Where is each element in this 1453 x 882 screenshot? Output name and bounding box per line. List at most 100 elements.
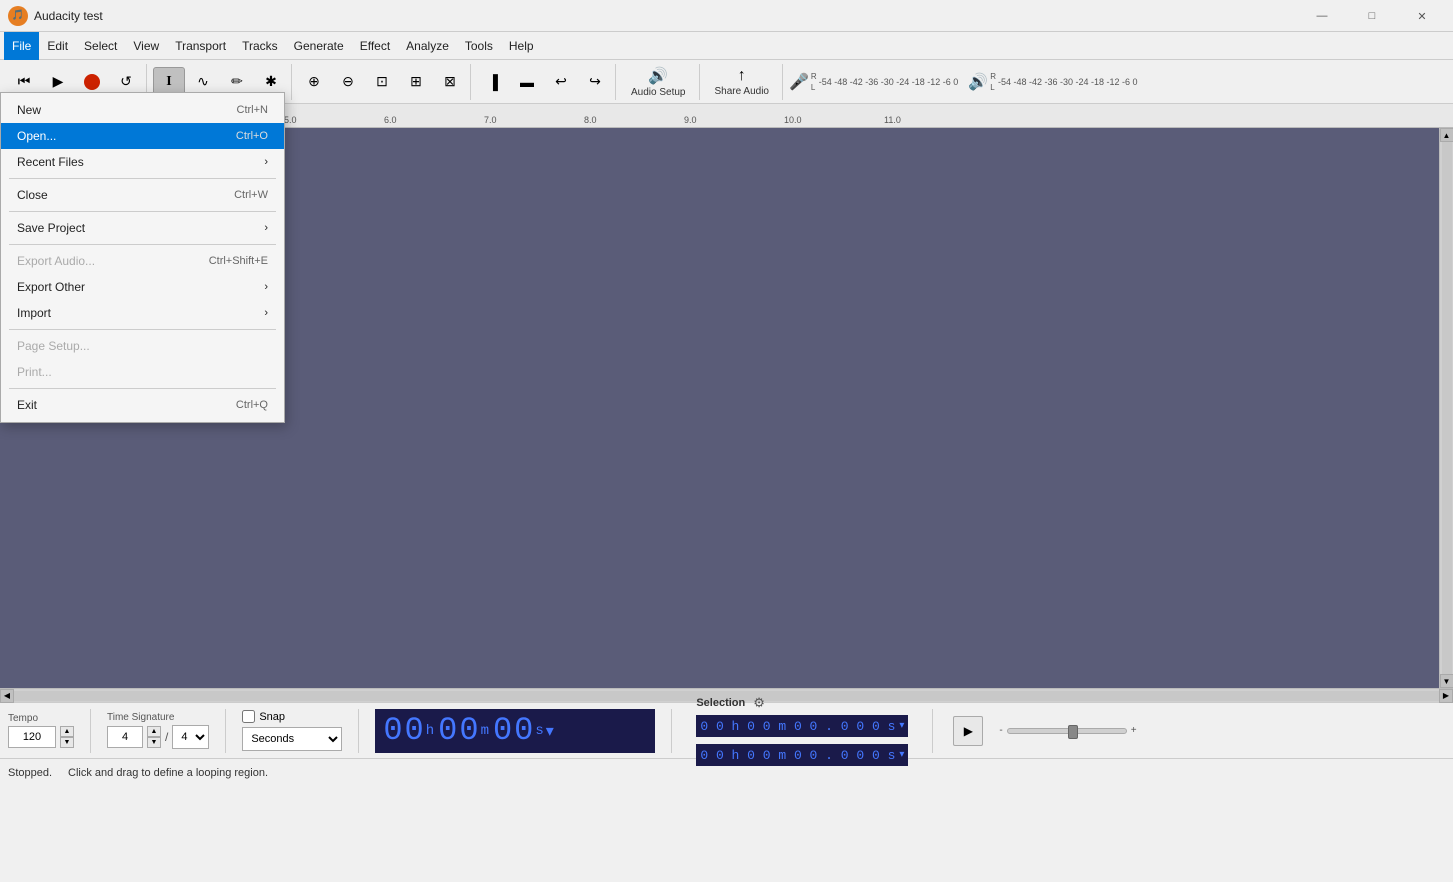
separator-3 xyxy=(9,244,276,245)
vertical-scrollbar[interactable]: ▲ ▼ xyxy=(1439,128,1453,688)
sel-end-dropdown[interactable]: ▾ xyxy=(899,749,904,761)
time-sig-row: ▲ ▼ / 4 8 2 xyxy=(107,725,209,749)
time-display: 00 h 00 m 00 s ▾ xyxy=(375,709,655,753)
silence-button[interactable]: ▬ xyxy=(511,67,543,97)
menu-exit[interactable]: Exit Ctrl+Q xyxy=(1,392,284,418)
audio-setup-button[interactable]: 🔊 Audio Setup xyxy=(622,63,695,101)
trim-button[interactable]: ▐ xyxy=(477,67,509,97)
file-dropdown: New Ctrl+N Open... Ctrl+O Recent Files ›… xyxy=(0,92,285,423)
close-button[interactable]: ✕ xyxy=(1399,0,1445,32)
vol-minus-icon: - xyxy=(999,725,1002,736)
menu-item-tools[interactable]: Tools xyxy=(457,32,501,60)
snap-label[interactable]: Snap xyxy=(259,711,285,723)
selection-header: Selection ⚙ xyxy=(696,695,908,711)
menu-item-select[interactable]: Select xyxy=(76,32,125,60)
time-sig-group: Time Signature ▲ ▼ / 4 8 2 xyxy=(107,712,209,749)
menu-item-generate[interactable]: Generate xyxy=(286,32,352,60)
seconds-select[interactable]: Seconds Samples hh:mm:ss Beats Measures xyxy=(242,727,342,751)
vol-plus-icon: + xyxy=(1131,725,1137,736)
separator-5 xyxy=(9,388,276,389)
menu-close[interactable]: Close Ctrl+W xyxy=(1,182,284,208)
share-audio-group: ↑ Share Audio xyxy=(702,64,784,100)
redo-button[interactable]: ↪ xyxy=(579,67,611,97)
tempo-down-button[interactable]: ▼ xyxy=(60,737,74,748)
ctrl-separator-2 xyxy=(225,709,226,753)
tempo-input[interactable] xyxy=(8,726,56,748)
vu-meter-rl: R L xyxy=(811,72,817,92)
fit-selection-button[interactable]: ⊡ xyxy=(366,67,398,97)
time-dropdown-icon[interactable]: ▾ xyxy=(546,721,554,741)
ctrl-separator xyxy=(90,709,91,753)
selection-label: Selection xyxy=(696,697,745,709)
time-sig-label: Time Signature xyxy=(107,712,209,723)
snap-row: Snap xyxy=(242,710,342,723)
status-right: Click and drag to define a looping regio… xyxy=(68,767,268,779)
zoom-toggle-button[interactable]: ⊠ xyxy=(434,67,466,97)
ruler-mark: 11.0 xyxy=(884,115,984,125)
menu-export-other[interactable]: Export Other › xyxy=(1,274,284,300)
selection-settings-icon[interactable]: ⚙ xyxy=(753,695,765,711)
status-left: Stopped. xyxy=(8,767,52,779)
edit-group: ▐ ▬ ↩ ↪ xyxy=(473,64,616,100)
scroll-track xyxy=(1442,142,1452,674)
view-group: ⊕ ⊖ ⊡ ⊞ ⊠ xyxy=(294,64,471,100)
selection-area: Selection ⚙ 0 0 h 0 0 m 0 0 . 0 0 0 s ▾ … xyxy=(688,691,916,770)
menu-open[interactable]: Open... Ctrl+O xyxy=(1,123,284,149)
volume-thumb[interactable] xyxy=(1068,725,1078,739)
time-sig-numerator[interactable] xyxy=(107,726,143,748)
menu-item-transport[interactable]: Transport xyxy=(167,32,234,60)
ruler-mark: 7.0 xyxy=(484,115,584,125)
ruler-mark: 6.0 xyxy=(384,115,484,125)
time-sig-num-spinners: ▲ ▼ xyxy=(147,726,161,748)
menu-import[interactable]: Import › xyxy=(1,300,284,326)
time-hours: 00 xyxy=(383,712,425,749)
time-seconds: 00 xyxy=(493,712,535,749)
selection-end: 0 0 h 0 0 m 0 0 . 0 0 0 s ▾ xyxy=(696,744,908,766)
menu-save-project[interactable]: Save Project › xyxy=(1,215,284,241)
undo-button[interactable]: ↩ xyxy=(545,67,577,97)
time-sig-denominator[interactable]: 4 8 2 xyxy=(172,725,209,749)
snap-checkbox[interactable] xyxy=(242,710,255,723)
bottom-controls: Tempo ▲ ▼ Time Signature ▲ ▼ / 4 8 2 xyxy=(0,702,1453,758)
menu-item-effect[interactable]: Effect xyxy=(352,32,398,60)
fit-project-button[interactable]: ⊞ xyxy=(400,67,432,97)
playback-play-button[interactable]: ▶ xyxy=(953,716,983,746)
scroll-right-button[interactable]: ▶ xyxy=(1439,689,1453,703)
menu-new[interactable]: New Ctrl+N xyxy=(1,97,284,123)
menu-item-file[interactable]: File xyxy=(4,32,39,60)
volume-slider[interactable] xyxy=(1007,728,1127,734)
time-sig-num-down[interactable]: ▼ xyxy=(147,737,161,748)
ruler-mark: 10.0 xyxy=(784,115,884,125)
menu-item-analyze[interactable]: Analyze xyxy=(398,32,457,60)
selection-start: 0 0 h 0 0 m 0 0 . 0 0 0 s ▾ xyxy=(696,715,908,737)
menu-item-help[interactable]: Help xyxy=(501,32,542,60)
menu-export-audio: Export Audio... Ctrl+Shift+E xyxy=(1,248,284,274)
window-title: Audacity test xyxy=(34,9,103,23)
minimize-button[interactable]: — xyxy=(1299,0,1345,32)
scroll-up-button[interactable]: ▲ xyxy=(1440,128,1453,142)
record-dot xyxy=(84,74,100,90)
sel-start-dropdown[interactable]: ▾ xyxy=(899,720,904,732)
playback-controls: ▶ xyxy=(949,716,987,746)
ruler-mark: 9.0 xyxy=(684,115,784,125)
menu-print: Print... xyxy=(1,359,284,385)
scroll-left-button[interactable]: ◀ xyxy=(0,689,14,703)
menu-item-edit[interactable]: Edit xyxy=(39,32,76,60)
zoom-in-button[interactable]: ⊕ xyxy=(298,67,330,97)
time-sig-divider: / xyxy=(165,730,168,744)
ctrl-separator-5 xyxy=(932,709,933,753)
tempo-label: Tempo xyxy=(8,713,74,724)
menu-recent-files[interactable]: Recent Files › xyxy=(1,149,284,175)
separator-2 xyxy=(9,211,276,212)
time-sig-num-up[interactable]: ▲ xyxy=(147,726,161,737)
zoom-out-button[interactable]: ⊖ xyxy=(332,67,364,97)
scroll-down-button[interactable]: ▼ xyxy=(1440,674,1453,688)
menu-item-view[interactable]: View xyxy=(125,32,167,60)
menu-item-tracks[interactable]: Tracks xyxy=(234,32,286,60)
audio-setup-group: 🔊 Audio Setup xyxy=(618,64,700,100)
title-bar: 🎵 Audacity test — □ ✕ xyxy=(0,0,1453,32)
share-audio-button[interactable]: ↑ Share Audio xyxy=(706,63,779,101)
maximize-button[interactable]: □ xyxy=(1349,0,1395,32)
tempo-up-button[interactable]: ▲ xyxy=(60,726,74,737)
mic-icon: 🎤 xyxy=(789,72,809,92)
